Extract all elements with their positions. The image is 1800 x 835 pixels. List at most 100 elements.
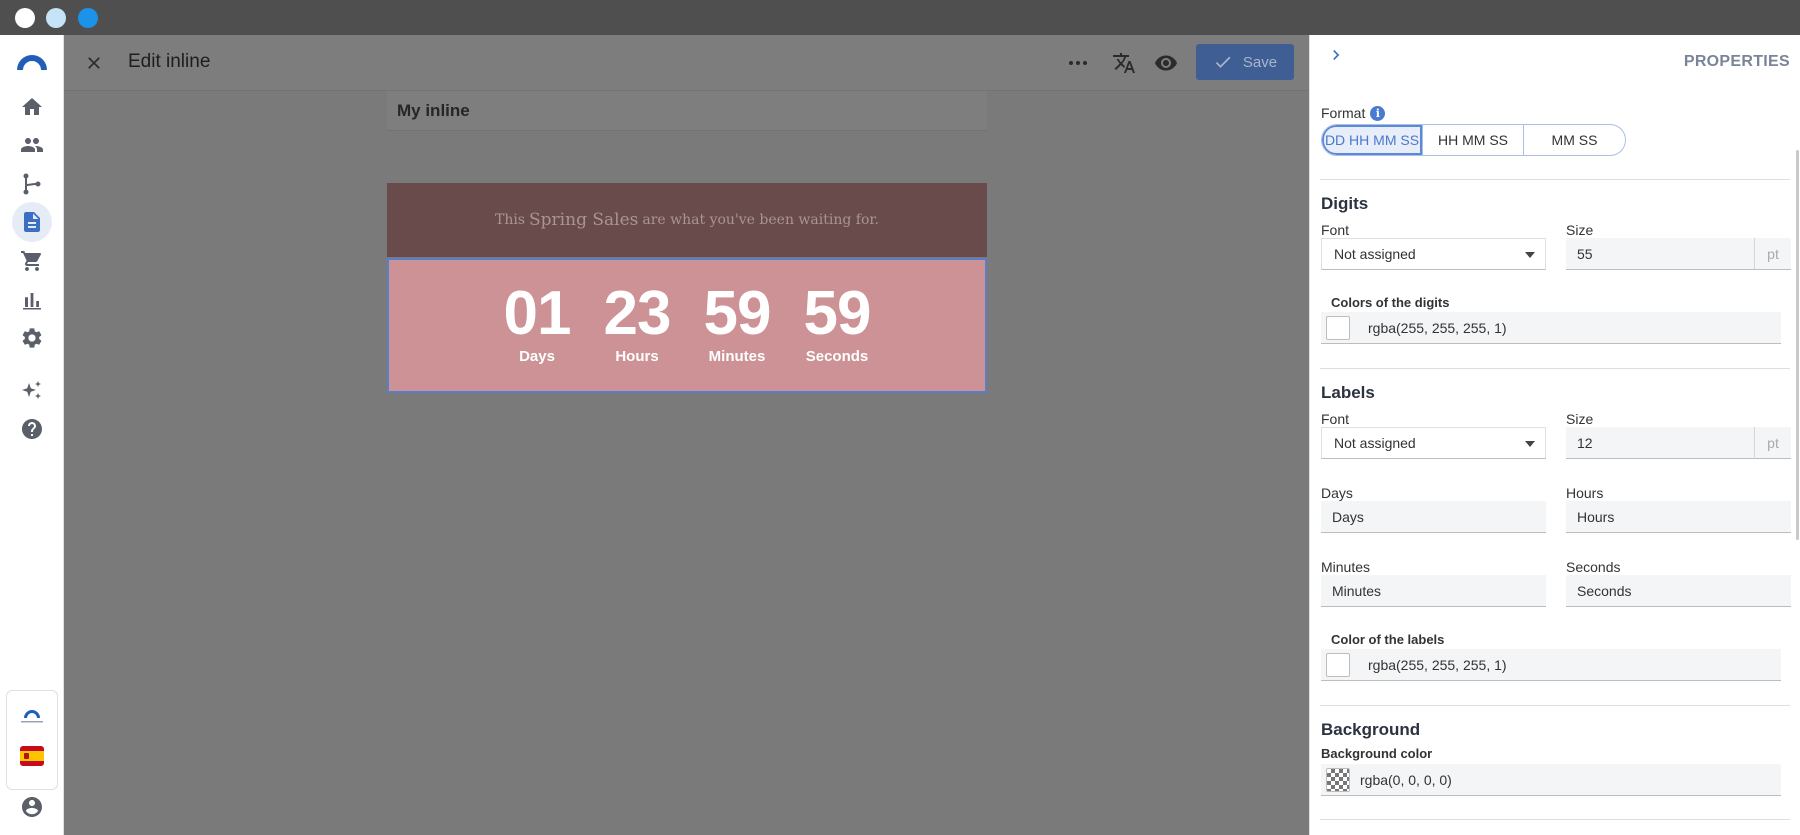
nav-reports[interactable] [12, 280, 52, 320]
nav-workflows[interactable] [12, 164, 52, 204]
document-icon [24, 212, 40, 232]
caret-down-icon [1525, 441, 1535, 447]
panel-title: PROPERTIES [1683, 53, 1790, 70]
background-heading: Background [1321, 720, 1421, 739]
nav-content[interactable] [12, 202, 52, 242]
info-icon[interactable]: i [1370, 106, 1386, 121]
labels-size-input[interactable]: 12 [1566, 427, 1754, 459]
digits-color-label: Colors of the digits [1331, 295, 1450, 310]
nav-ai[interactable] [12, 371, 52, 411]
preview-button[interactable] [1152, 49, 1180, 77]
divider [1320, 705, 1790, 706]
digits-color-picker[interactable]: rgba(255, 255, 255, 1) [1321, 312, 1781, 344]
more-button[interactable] [1064, 49, 1092, 77]
people-icon [21, 138, 43, 152]
countdown-block[interactable]: 01 Days 23 Hours 59 Minutes 59 Seconds [387, 258, 987, 393]
sparkle-icon [22, 381, 41, 399]
nav-contacts[interactable] [12, 125, 52, 165]
left-nav [0, 35, 64, 835]
minutes-label: Minutes [1321, 559, 1371, 575]
digits-font-value: Not assigned [1334, 246, 1416, 262]
banner-text-pre: This [495, 212, 526, 228]
format-option-hh-mm-ss[interactable]: HH MM SS [1423, 125, 1524, 155]
digits-heading: Digits [1321, 194, 1369, 213]
connectif-logo-icon[interactable] [20, 706, 44, 726]
account-switcher [6, 690, 58, 790]
labels-color-label: Color of the labels [1331, 632, 1445, 647]
hours-input[interactable]: Hours [1566, 501, 1791, 533]
background-color-picker[interactable]: rgba(0, 0, 0, 0) [1321, 764, 1781, 796]
digits-size-unit: pt [1754, 238, 1791, 270]
countdown-unit-minutes: 59 Minutes [695, 282, 779, 391]
window-maximize-dot[interactable] [78, 8, 98, 28]
seconds-input[interactable]: Seconds [1566, 575, 1791, 607]
format-option-dd-hh-mm-ss[interactable]: DD HH MM SS [1322, 125, 1423, 155]
more-icon [1069, 61, 1087, 65]
gear-icon [22, 328, 42, 348]
save-button[interactable]: Save [1196, 44, 1294, 80]
labels-color-swatch[interactable] [1326, 652, 1350, 677]
hours-label: Hours [1566, 485, 1604, 501]
translate-icon [1113, 53, 1135, 73]
countdown-label: Seconds [805, 348, 869, 365]
inline-name-field[interactable]: My inline [387, 91, 987, 131]
window-minimize-dot[interactable] [46, 8, 66, 28]
editor-canvas: My inline This Spring Sales are what you… [64, 91, 1309, 835]
banner-text-highlight: Spring Sales [529, 210, 639, 230]
format-label: Format [1321, 105, 1366, 121]
close-icon [88, 57, 100, 69]
minutes-input[interactable]: Minutes [1321, 575, 1546, 607]
labels-heading: Labels [1321, 383, 1375, 402]
save-button-label: Save [1242, 53, 1278, 71]
chart-icon [23, 293, 41, 310]
nav-settings[interactable] [12, 318, 52, 358]
background-color-value: rgba(0, 0, 0, 0) [1360, 771, 1452, 788]
window-titlebar [0, 0, 1800, 35]
divider [1320, 819, 1790, 820]
labels-color-value: rgba(255, 255, 255, 1) [1368, 656, 1507, 673]
account-icon [22, 797, 42, 817]
format-segmented-control: DD HH MM SS HH MM SS MM SS [1321, 124, 1626, 156]
cart-icon [21, 251, 42, 271]
digits-size-input[interactable]: 55 [1566, 238, 1754, 270]
countdown-digits: 23 [603, 279, 672, 348]
editor-header: Edit inline Save [64, 35, 1309, 91]
translate-button[interactable] [1110, 49, 1138, 77]
countdown-digits: 01 [503, 279, 572, 348]
digits-color-value: rgba(255, 255, 255, 1) [1368, 319, 1507, 336]
seconds-label: Seconds [1566, 559, 1621, 575]
nav-home[interactable] [12, 87, 52, 127]
app-logo-icon[interactable] [15, 52, 49, 72]
home-icon [22, 98, 42, 115]
countdown-label: Days [519, 348, 555, 365]
flow-icon [23, 173, 41, 195]
promo-banner[interactable]: This Spring Sales are what you've been w… [387, 183, 987, 257]
digits-size-label: Size [1566, 222, 1594, 238]
digits-font-select[interactable]: Not assigned [1321, 238, 1546, 270]
labels-color-picker[interactable]: rgba(255, 255, 255, 1) [1321, 649, 1781, 681]
digits-font-label: Font [1321, 222, 1350, 238]
spain-flag-icon[interactable] [20, 746, 44, 766]
countdown-digits: 59 [703, 279, 772, 348]
days-input[interactable]: Days [1321, 501, 1546, 533]
help-icon [22, 419, 42, 439]
panel-scrollbar[interactable] [1796, 150, 1799, 540]
countdown-unit-hours: 23 Hours [595, 282, 679, 391]
close-button[interactable] [82, 51, 106, 75]
window-close-dot[interactable] [15, 8, 35, 28]
countdown-digits: 59 [803, 279, 872, 348]
nav-store[interactable] [12, 241, 52, 281]
transparent-swatch-icon[interactable] [1326, 767, 1350, 792]
collapse-panel-button[interactable] [1326, 45, 1346, 65]
nav-account[interactable] [12, 787, 52, 827]
nav-help[interactable] [12, 409, 52, 449]
labels-font-value: Not assigned [1334, 435, 1416, 451]
digits-color-swatch[interactable] [1326, 315, 1350, 340]
editor-title: Edit inline [128, 51, 211, 72]
format-option-mm-ss[interactable]: MM SS [1524, 125, 1625, 155]
background-color-label: Background color [1321, 746, 1433, 761]
labels-font-select[interactable]: Not assigned [1321, 427, 1546, 459]
banner-text-post: are what you've been waiting for. [642, 212, 879, 228]
countdown-label: Minutes [708, 348, 766, 365]
divider [1320, 179, 1790, 180]
